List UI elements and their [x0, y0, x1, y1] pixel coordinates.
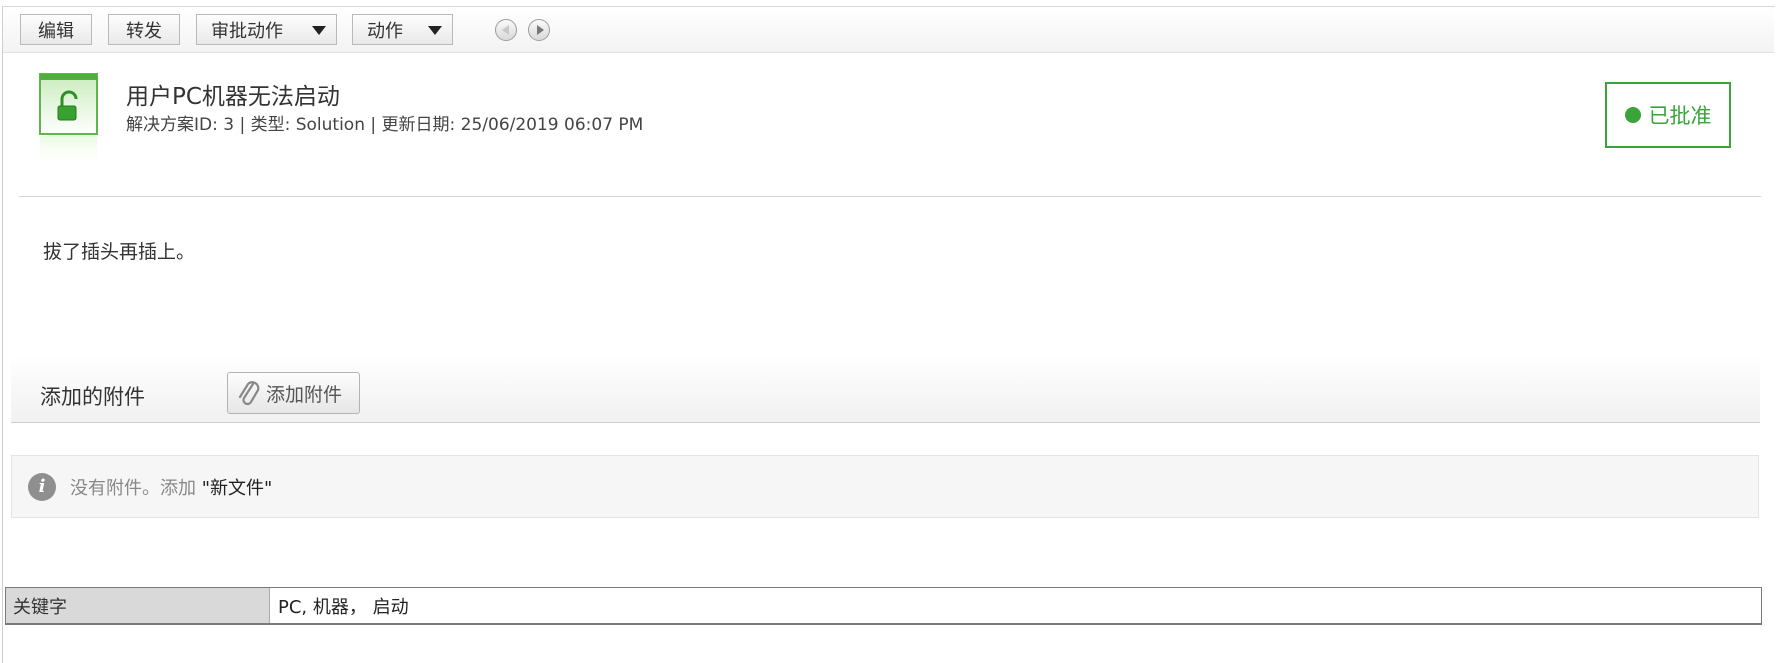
- keywords-row: 关键字 PC, 机器， 启动: [5, 587, 1762, 625]
- actions-label: 动作: [367, 20, 403, 42]
- next-record-button[interactable]: [528, 19, 550, 41]
- keywords-value: PC, 机器， 启动: [269, 588, 1761, 623]
- unlocked-document-icon: [39, 73, 98, 170]
- add-attachment-button[interactable]: 添加附件: [227, 372, 360, 414]
- keywords-label: 关键字: [6, 588, 269, 623]
- new-file-link[interactable]: "新文件": [202, 478, 273, 499]
- add-attachment-label: 添加附件: [266, 383, 343, 406]
- solution-meta: 解决方案ID: 3 | 类型: Solution | 更新日期: 25/06/2…: [126, 115, 644, 135]
- arrow-right-icon: [537, 25, 544, 35]
- status-dot-icon: [1624, 107, 1641, 123]
- approval-actions-label: 审批动作: [211, 20, 283, 42]
- paperclip-icon: [238, 381, 260, 406]
- forward-button-label: 转发: [126, 20, 162, 42]
- info-icon: i: [28, 472, 56, 501]
- no-attachments-notice: i 没有附件。添加 "新文件": [11, 455, 1759, 518]
- solution-body: 拔了插头再插上。: [43, 241, 196, 263]
- no-attachments-text: 没有附件。添加: [70, 477, 196, 499]
- actions-dropdown[interactable]: 动作: [352, 14, 453, 45]
- edit-button-label: 编辑: [38, 20, 74, 42]
- arrow-left-icon: [502, 25, 509, 35]
- status-badge: 已批准: [1605, 82, 1731, 148]
- solution-title: 用户PC机器无法启动: [126, 84, 340, 110]
- edit-button[interactable]: 编辑: [20, 14, 92, 45]
- attachments-title: 添加的附件: [40, 385, 145, 409]
- chevron-down-icon: [312, 26, 326, 35]
- forward-button[interactable]: 转发: [108, 14, 180, 45]
- chevron-down-icon: [428, 26, 442, 35]
- status-label: 已批准: [1648, 104, 1712, 128]
- divider: [19, 196, 1761, 197]
- approval-actions-dropdown[interactable]: 审批动作: [196, 14, 337, 45]
- toolbar: 编辑 转发 审批动作 动作: [3, 7, 1774, 53]
- previous-record-button[interactable]: [495, 19, 517, 41]
